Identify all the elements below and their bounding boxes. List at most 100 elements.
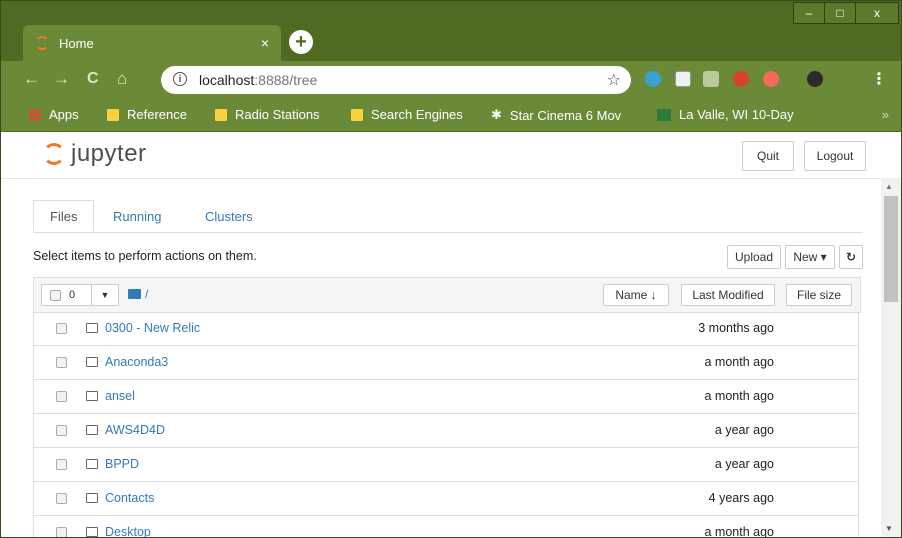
page-scrollbar[interactable]: ▲ ▼ [881,178,901,537]
tab-title: Home [59,35,94,51]
bookmark-la-valle[interactable]: La Valle, WI 10-Day [657,107,817,122]
folder-icon [107,108,119,121]
browser-menu-icon[interactable]: ⋮ [871,69,887,89]
row-checkbox[interactable] [56,425,67,436]
select-all-checkbox[interactable] [50,289,61,301]
breadcrumb-root: / [145,287,149,301]
item-modified: a year ago [714,457,774,471]
list-item[interactable]: AWS4D4D a year ago [33,414,859,448]
reload-icon[interactable]: C [87,69,99,89]
folder-icon [86,425,98,435]
window-controls: – □ x [793,2,899,24]
refresh-icon[interactable]: ↻ [839,245,863,269]
scrollbar-thumb[interactable] [884,196,898,302]
more-bookmarks-icon[interactable]: » [882,107,889,122]
sort-by-name-button[interactable]: Name ↓ [603,284,669,306]
item-name-link[interactable]: Contacts [105,491,154,505]
extension-blocked-icon[interactable] [763,71,779,87]
item-name-link[interactable]: ansel [105,389,135,403]
item-modified: a month ago [704,389,775,403]
bookmark-apps[interactable]: Apps [29,107,79,122]
jupyter-logo-text: jupyter [71,140,147,167]
sort-by-modified-button[interactable]: Last Modified [681,284,775,306]
close-window-button[interactable]: x [855,2,899,24]
item-modified: 3 months ago [698,321,774,335]
extension-red-icon[interactable] [733,71,749,87]
folder-icon [86,459,98,469]
new-dropdown-button[interactable]: New ▾ [785,245,835,269]
url-text: localhost:8888/tree [199,72,318,88]
jupyter-logo-icon [43,143,65,165]
bookmark-star-cinema[interactable]: ✱ Star Cinema 6 Mov [491,107,641,123]
select-all-dropdown[interactable]: 0 ▼ [41,284,119,306]
row-checkbox[interactable] [56,527,67,537]
new-tab-button[interactable]: + [289,30,313,54]
row-checkbox[interactable] [56,391,67,402]
row-checkbox[interactable] [56,459,67,470]
weather-icon [657,108,671,121]
list-item[interactable]: 0300 - New Relic 3 months ago [33,312,859,346]
jupyter-header: jupyter Quit Logout [1,132,881,179]
close-tab-icon[interactable]: × [261,35,269,51]
bookmark-star-icon[interactable]: ☆ [607,70,621,90]
item-name-link[interactable]: Desktop [105,525,151,537]
list-item[interactable]: BPPD a year ago [33,448,859,482]
sort-by-size-button[interactable]: File size [786,284,852,306]
breadcrumb[interactable]: / [128,287,148,301]
item-name-link[interactable]: Anaconda3 [105,355,168,369]
row-checkbox[interactable] [56,493,67,504]
page-content: jupyter Quit Logout Files Running Cluste… [1,132,901,537]
jupyter-logo[interactable]: jupyter [43,140,147,168]
folder-icon [86,323,98,333]
address-bar[interactable]: i localhost:8888/tree ☆ [161,66,631,94]
item-name-link[interactable]: AWS4D4D [105,423,165,437]
folder-icon [351,108,363,121]
chevron-down-icon[interactable]: ▼ [91,285,118,305]
list-item[interactable]: Anaconda3 a month ago [33,346,859,380]
film-icon: ✱ [491,107,502,122]
folder-icon [86,391,98,401]
forward-icon[interactable]: → [53,69,70,89]
folder-icon [86,357,98,367]
logout-button[interactable]: Logout [804,141,866,171]
folder-icon [215,108,227,121]
folder-icon [128,289,141,299]
jupyter-favicon-icon [35,36,49,50]
list-item[interactable]: ansel a month ago [33,380,859,414]
upload-button[interactable]: Upload [727,245,781,269]
item-name-link[interactable]: BPPD [105,457,139,471]
tab-running[interactable]: Running [113,200,161,232]
quit-button[interactable]: Quit [742,141,794,171]
row-checkbox[interactable] [56,357,67,368]
jupyter-tabs: Files Running Clusters [33,200,863,233]
file-list-header: 0 ▼ / Name ↓ Last Modified File size [33,277,861,313]
tab-files[interactable]: Files [33,200,95,232]
scroll-up-icon[interactable]: ▲ [885,182,893,191]
row-checkbox[interactable] [56,323,67,334]
bookmark-radio-stations[interactable]: Radio Stations [215,107,320,122]
item-modified: a year ago [714,423,774,437]
selection-hint: Select items to perform actions on them. [33,249,257,263]
home-icon[interactable]: ⌂ [117,69,127,89]
profile-avatar[interactable] [807,71,823,87]
site-info-icon[interactable]: i [173,72,187,86]
scroll-down-icon[interactable]: ▼ [885,524,893,533]
apps-grid-icon [29,108,41,121]
list-item[interactable]: Desktop a month ago [33,516,859,537]
extension-qr-icon[interactable] [675,71,691,87]
selected-count: 0 [69,289,76,301]
maximize-button[interactable]: □ [824,2,856,24]
extension-globe-icon[interactable] [645,71,661,87]
minimize-button[interactable]: – [793,2,825,24]
bookmark-search-engines[interactable]: Search Engines [351,107,463,122]
bookmark-reference[interactable]: Reference [107,107,187,122]
browser-tab-home[interactable]: Home × [23,25,281,61]
tab-clusters[interactable]: Clusters [205,200,253,232]
folder-icon [86,527,98,537]
extension-eye-icon[interactable] [703,71,719,87]
item-name-link[interactable]: 0300 - New Relic [105,321,200,335]
navigation-bar: ← → C ⌂ i localhost:8888/tree ☆ ⋮ [1,61,901,99]
list-item[interactable]: Contacts 4 years ago [33,482,859,516]
back-icon[interactable]: ← [23,69,40,89]
bookmarks-bar: Apps Reference Radio Stations Search Eng… [1,99,901,132]
